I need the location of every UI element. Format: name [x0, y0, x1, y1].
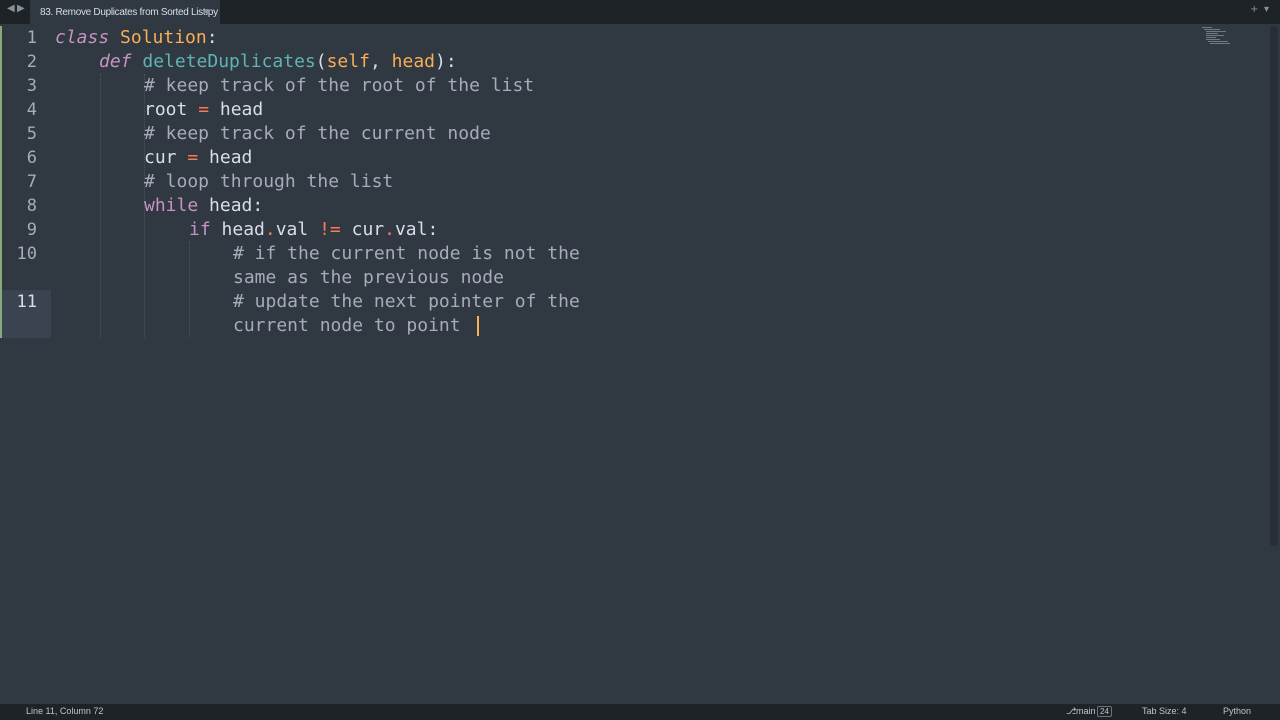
- parameter: head: [391, 51, 435, 72]
- code-line-11-wrap: current node to point: [233, 315, 472, 336]
- indent-guide: [189, 242, 191, 338]
- punctuation: ,: [369, 51, 392, 72]
- variable: cur: [144, 147, 188, 168]
- editor-area[interactable]: 1 2 3 4 5 6 7 8 9 10 11 class Solution: …: [0, 24, 1280, 704]
- code-token: head: [210, 219, 265, 240]
- code-token: val:: [394, 219, 439, 240]
- code-line-10: # if the current node is not the: [233, 243, 580, 264]
- branch-count-badge: 24: [1097, 706, 1112, 717]
- code-token: cur: [340, 219, 385, 240]
- line-number-current: 11: [16, 292, 37, 312]
- line-number: 9: [26, 220, 37, 240]
- line-number: 6: [26, 148, 37, 168]
- code-line-11: # update the next pointer of the: [233, 291, 580, 312]
- code-token: val: [275, 219, 320, 240]
- code-line-3: # keep track of the root of the list: [144, 75, 535, 96]
- cursor-position[interactable]: Line 11, Column 72: [26, 706, 103, 716]
- keyword: while: [144, 195, 199, 216]
- parameter: self: [326, 51, 370, 72]
- tab-active-file[interactable]: 83. Remove Duplicates from Sorted List.p…: [30, 0, 220, 24]
- value: head: [209, 99, 264, 120]
- minimap[interactable]: [1200, 24, 1234, 48]
- code-rest: head:: [198, 195, 264, 216]
- code-line-4: root = head: [144, 98, 263, 122]
- nav-forward-icon[interactable]: ▶: [17, 3, 25, 14]
- keyword: def: [99, 51, 132, 72]
- punctuation: .: [264, 219, 276, 240]
- keyword: class: [55, 27, 110, 48]
- line-number: 5: [26, 124, 37, 144]
- operator: =: [187, 147, 199, 168]
- keyword: if: [189, 219, 211, 240]
- punctuation: .: [384, 219, 395, 240]
- branch-icon[interactable]: ⎇: [1066, 706, 1076, 717]
- text-cursor: [477, 316, 479, 336]
- tab-bar: ◀ ▶ 83. Remove Duplicates from Sorted Li…: [0, 0, 1280, 24]
- operator: !=: [319, 219, 341, 240]
- nav-back-icon[interactable]: ◀: [7, 3, 15, 14]
- tab-size[interactable]: Tab Size: 4: [1142, 706, 1187, 716]
- vertical-scrollbar[interactable]: [1270, 26, 1278, 546]
- syntax-mode[interactable]: Python: [1223, 706, 1251, 716]
- punctuation: (: [315, 51, 327, 72]
- line-number: 2: [26, 52, 37, 72]
- line-number: 3: [26, 76, 37, 96]
- code-line-8: while head:: [144, 194, 263, 218]
- value: head: [198, 147, 253, 168]
- unsaved-dot-icon[interactable]: [205, 9, 210, 14]
- punctuation: :: [206, 27, 218, 48]
- operator: =: [198, 99, 210, 120]
- line-number: 1: [26, 28, 37, 48]
- code-line-5: # keep track of the current node: [144, 123, 491, 144]
- line-number: 10: [16, 244, 37, 264]
- class-name: Solution: [120, 27, 207, 48]
- code-line-7: # loop through the list: [144, 171, 394, 192]
- line-number: 7: [26, 172, 37, 192]
- tab-menu-icon[interactable]: ▾: [1264, 4, 1269, 15]
- branch-name[interactable]: main: [1076, 706, 1096, 716]
- tab-title: 83. Remove Duplicates from Sorted List.p…: [40, 6, 218, 18]
- status-bar: Line 11, Column 72 ⎇ main 24 Tab Size: 4…: [0, 704, 1280, 720]
- function-name: deleteDuplicates: [142, 51, 316, 72]
- code-line-6: cur = head: [144, 146, 252, 170]
- variable: root: [144, 99, 199, 120]
- code-line-9: if head.val != cur.val:: [189, 218, 438, 242]
- code-line-1: class Solution:: [55, 26, 218, 50]
- indent-guide: [100, 74, 102, 338]
- line-number: 4: [26, 100, 37, 120]
- new-tab-icon[interactable]: +: [1250, 4, 1258, 15]
- line-number: 8: [26, 196, 37, 216]
- code-line-10-wrap: same as the previous node: [233, 267, 504, 288]
- code-line-2: def deleteDuplicates(self, head):: [99, 50, 457, 74]
- punctuation: ):: [435, 51, 457, 72]
